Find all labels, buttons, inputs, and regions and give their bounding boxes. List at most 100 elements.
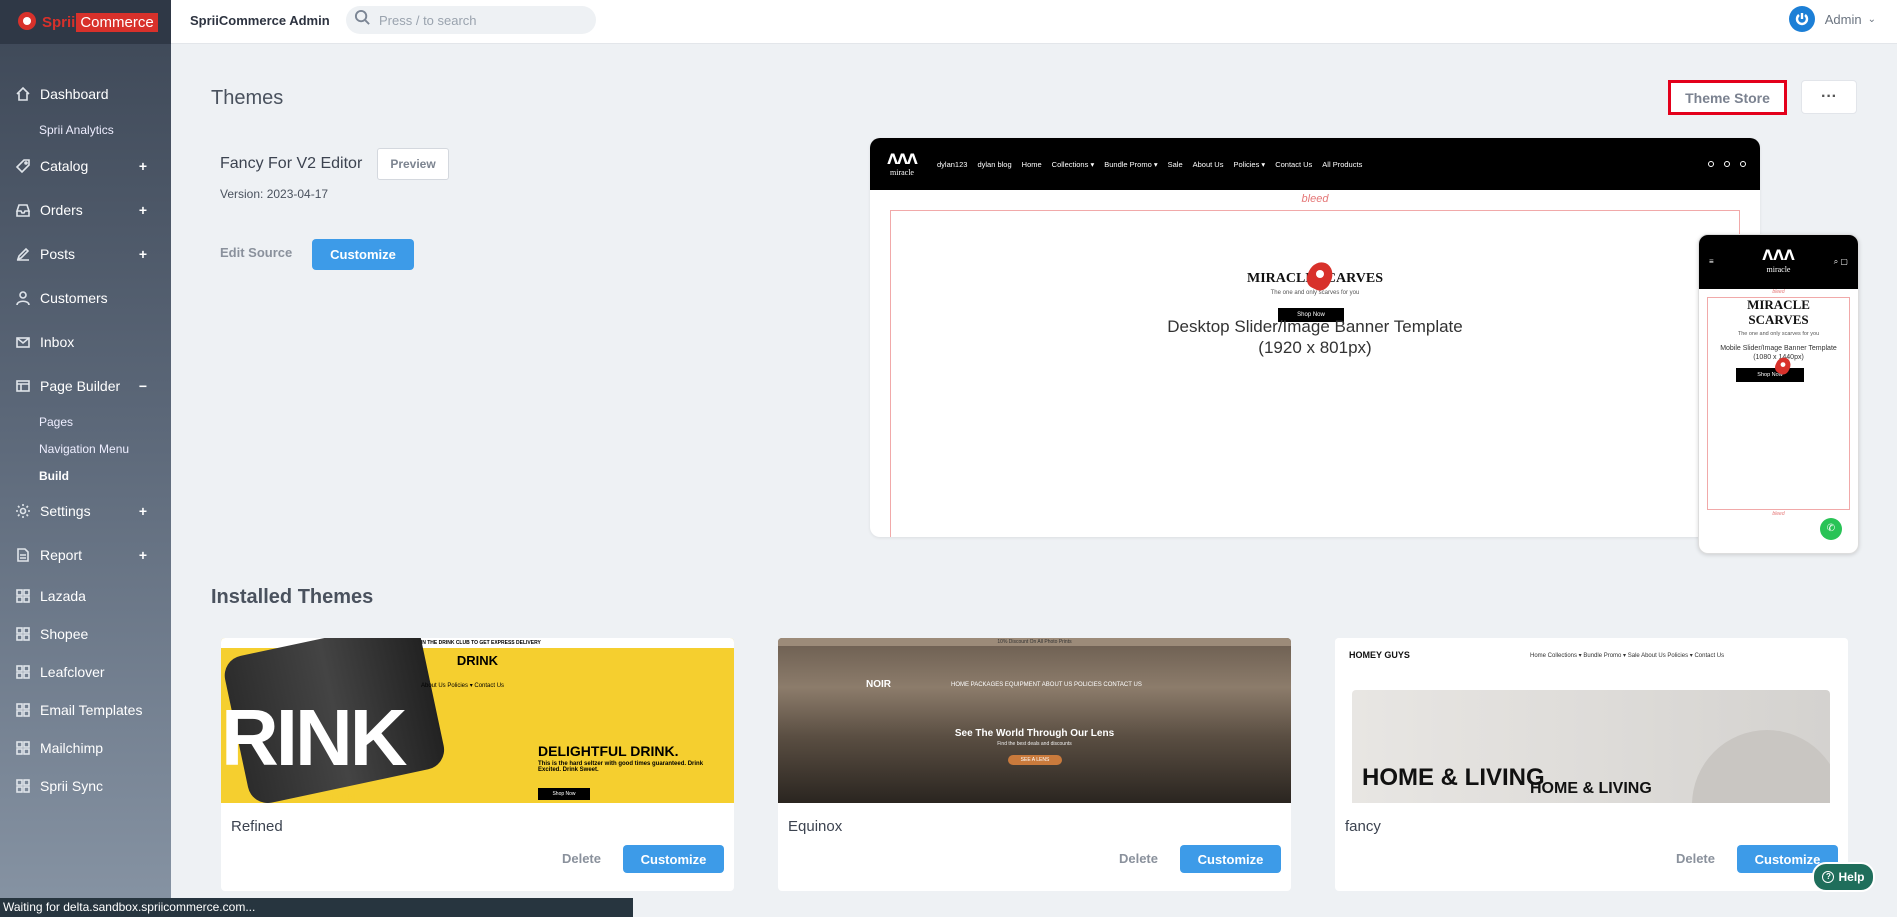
crown-logo-icon: ᐱᐱᐱ — [887, 151, 918, 167]
more-options-button[interactable]: ··· — [1801, 80, 1857, 114]
chevron-down-icon: ⌄ — [1867, 13, 1876, 25]
expand-toggle[interactable]: + — [139, 503, 147, 519]
search-icon — [1708, 161, 1714, 167]
cart-icon: ⌕ ▢ — [1833, 257, 1848, 266]
bleed-label: bleed — [1301, 193, 1329, 205]
theme-thumbnail[interactable]: JOIN THE DRINK CLUB TO GET EXPRESS DELIV… — [221, 638, 734, 803]
sidebar-item-label: Mailchimp — [40, 740, 104, 756]
customize-current-button[interactable]: Customize — [312, 239, 414, 270]
tag-icon — [14, 157, 32, 175]
thumb-menu: About Us Policies ▾ Contact Us — [421, 683, 505, 689]
thumb-hero: See The World Through Our Lens — [954, 728, 1115, 739]
expand-toggle[interactable]: + — [139, 547, 147, 563]
customize-button[interactable]: Customize — [1180, 845, 1281, 873]
sidebar-sub-build[interactable]: Build — [0, 462, 171, 489]
rocket-logo-icon — [14, 10, 40, 34]
sidebar-item-posts[interactable]: Posts + — [0, 232, 171, 276]
layout-icon — [14, 377, 32, 395]
delete-button[interactable]: Delete — [1676, 851, 1715, 866]
sidebar-sub-navigation-menu[interactable]: Navigation Menu — [0, 435, 171, 462]
whatsapp-icon: ✆ — [1820, 518, 1842, 540]
sidebar-item-lazada[interactable]: Lazada — [0, 577, 171, 615]
power-avatar-icon — [1788, 6, 1815, 32]
sidebar-item-email-templates[interactable]: Email Templates — [0, 691, 171, 729]
thumb-brand: HOMEY GUYS — [1349, 650, 1410, 660]
thumb-button: SEE A LENS — [1008, 755, 1062, 765]
sidebar-item-mailchimp[interactable]: Mailchimp — [0, 729, 171, 767]
logo-text-sprii: Sprii — [42, 13, 76, 31]
edit-source-button[interactable]: Edit Source — [220, 245, 292, 260]
expand-toggle[interactable]: + — [139, 246, 147, 262]
sidebar-sub-pages[interactable]: Pages — [0, 408, 171, 435]
cart-icon — [1740, 161, 1746, 167]
sidebar-item-label: Email Templates — [40, 702, 143, 718]
theme-thumbnail[interactable]: 10% Discount On All Photo Prints NOIR HO… — [778, 638, 1291, 803]
thumb-shop-button: Shop Now — [538, 788, 590, 800]
search-icon — [354, 9, 371, 31]
expand-toggle[interactable]: + — [139, 158, 147, 174]
browser-status-bar: Waiting for delta.sandbox.spriicommerce.… — [0, 898, 633, 917]
thumb-big-text: HOME & LIVING — [1362, 764, 1545, 791]
sidebar-item-settings[interactable]: Settings + — [0, 489, 171, 533]
sidebar-nav: Dashboard Sprii Analytics Catalog + Orde… — [0, 72, 171, 805]
preview-nav-link: About Us — [1192, 159, 1224, 169]
theme-thumbnail[interactable]: HOMEY GUYS Home Collections ▾ Bundle Pro… — [1335, 638, 1848, 803]
brand-logo[interactable]: Sprii Commerce — [0, 0, 171, 44]
home-icon — [14, 85, 32, 103]
thumb-flavor: LEMON — [319, 793, 356, 803]
thumb-hero-sub: Find the best deals and discounts — [997, 741, 1072, 747]
sidebar-item-sprii-sync[interactable]: Sprii Sync — [0, 767, 171, 805]
preview-store-nav: ᐱᐱᐱ miracle dylan123 dylan blog Home Col… — [870, 138, 1760, 190]
theme-name: Equinox — [788, 818, 843, 835]
gear-icon — [14, 502, 32, 520]
theme-store-button[interactable]: Theme Store — [1668, 80, 1787, 115]
sidebar-item-label: Settings — [40, 503, 91, 519]
user-menu[interactable]: Admin ⌄ — [1788, 6, 1876, 32]
search-box[interactable] — [346, 6, 596, 34]
help-button[interactable]: ? Help — [1812, 862, 1875, 892]
search-input[interactable] — [379, 12, 579, 28]
preview-nav-link: dylan blog — [977, 159, 1012, 169]
sidebar-item-catalog[interactable]: Catalog + — [0, 144, 171, 188]
mobile-banner-subtitle: The one and only scarves for you — [1737, 331, 1820, 337]
thumb-headline: DELIGHTFUL DRINK. — [538, 743, 679, 759]
preview-nav-icons — [1708, 161, 1746, 167]
sidebar-item-orders[interactable]: Orders + — [0, 188, 171, 232]
expand-toggle[interactable]: + — [139, 202, 147, 218]
sidebar-item-sprii-analytics[interactable]: Sprii Analytics — [0, 116, 171, 144]
delete-button[interactable]: Delete — [1119, 851, 1158, 866]
sidebar-item-page-builder[interactable]: Page Builder − — [0, 364, 171, 408]
app-title: SpriiCommerce Admin — [190, 13, 330, 28]
rocket-watermark-icon — [1302, 258, 1338, 298]
thumb-links: HOME PACKAGES EQUIPMENT ABOUT US POLICIE… — [951, 682, 1142, 688]
sidebar-item-label: Orders — [40, 202, 83, 218]
rocket-watermark-icon — [1772, 355, 1794, 379]
preview-nav-link: Sale — [1167, 159, 1183, 169]
mobile-banner-guide — [1707, 297, 1850, 510]
sidebar: Sprii Commerce Dashboard Sprii Analytics… — [0, 0, 171, 917]
bleed-label: bleed — [1772, 511, 1785, 517]
template-line-2: (1920 x 801px) — [1258, 338, 1372, 357]
sidebar-item-inbox[interactable]: Inbox — [0, 320, 171, 364]
user-icon — [14, 289, 32, 307]
bleed-label: bleed — [1772, 289, 1785, 295]
template-line-1: Desktop Slider/Image Banner Template — [1167, 317, 1463, 336]
sidebar-item-label: Inbox — [40, 334, 75, 350]
delete-button[interactable]: Delete — [562, 851, 601, 866]
mobile-store-nav: ≡ ᐱᐱᐱ miracle ⌕ ▢ — [1699, 235, 1858, 289]
sidebar-item-report[interactable]: Report + — [0, 533, 171, 577]
preview-button[interactable]: Preview — [377, 148, 449, 180]
sidebar-item-label: Report — [40, 547, 83, 563]
collapse-toggle[interactable]: − — [139, 378, 147, 394]
grid-icon — [14, 587, 32, 605]
sidebar-item-shopee[interactable]: Shopee — [0, 615, 171, 653]
sidebar-item-leafclover[interactable]: Leafclover — [0, 653, 171, 691]
thumb-hero: HOME & LIVING HOME & LIVING — [1352, 690, 1830, 803]
sidebar-item-customers[interactable]: Customers — [0, 276, 171, 320]
preview-nav-link: Collections ▾ — [1051, 159, 1095, 169]
mail-icon — [14, 333, 32, 351]
customize-button[interactable]: Customize — [623, 845, 724, 873]
sidebar-item-label: Page Builder — [40, 378, 121, 394]
sidebar-item-dashboard[interactable]: Dashboard — [0, 72, 171, 116]
edit-icon — [14, 245, 32, 263]
